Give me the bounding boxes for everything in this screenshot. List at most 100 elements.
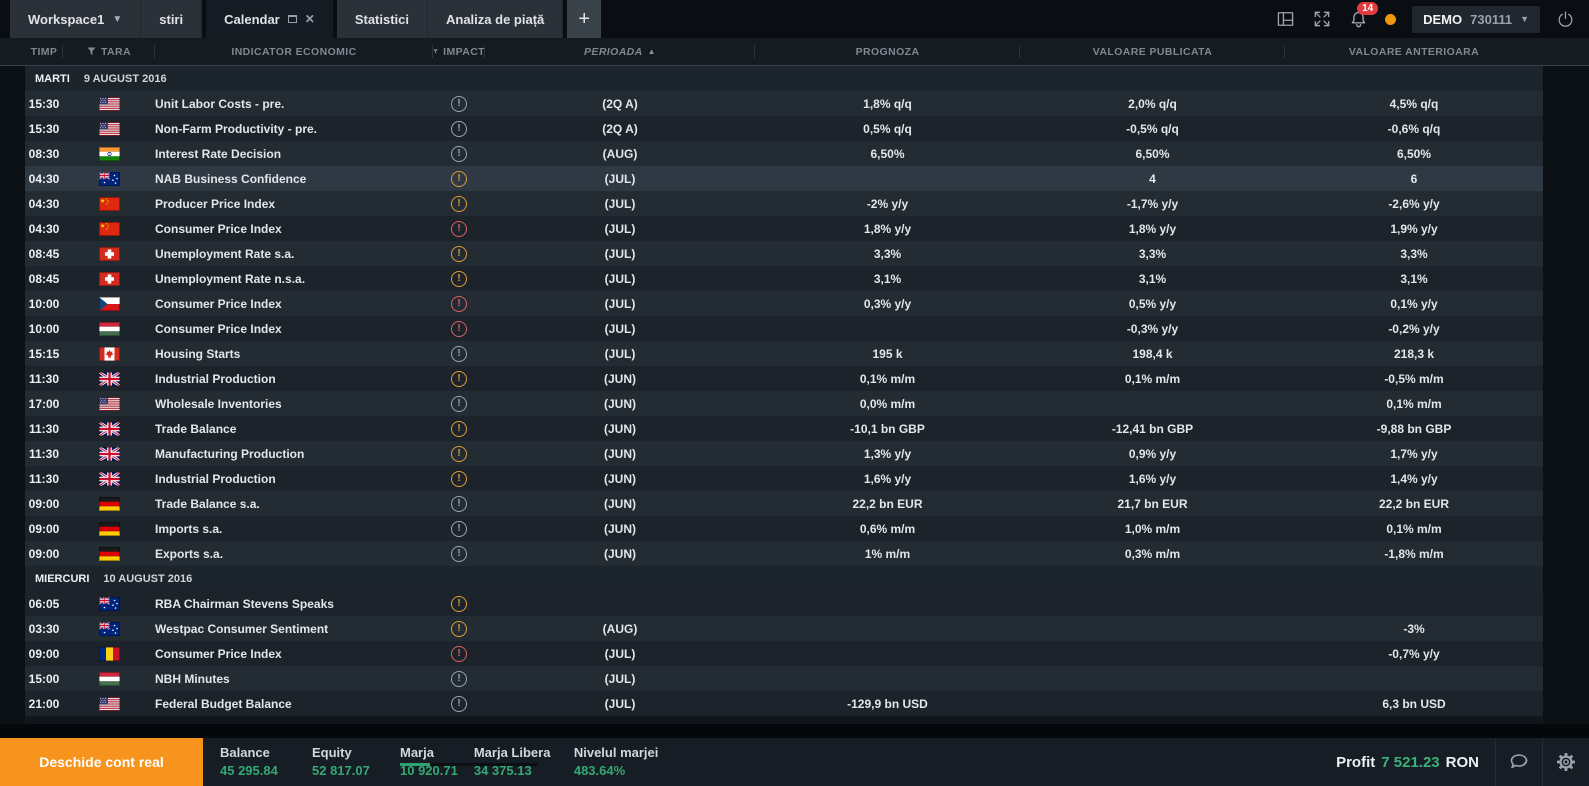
- calendar-event-row[interactable]: 06:05 RBA Chairman Stevens Speaks!: [25, 591, 1543, 616]
- add-tab-button[interactable]: +: [567, 0, 602, 38]
- fullscreen-button[interactable]: [1312, 9, 1332, 29]
- stat-value: 45 295.84: [220, 763, 278, 778]
- column-label: INDICATOR ECONOMIC: [231, 45, 357, 58]
- filter-icon[interactable]: [433, 47, 438, 56]
- event-forecast: 0,3% y/y: [863, 296, 912, 311]
- tab-calendar[interactable]: Calendar ✕: [206, 0, 333, 38]
- column-header-perioada[interactable]: PERIOADA ▲: [485, 38, 755, 65]
- flag-ch-icon: [98, 246, 120, 261]
- calendar-event-row[interactable]: 08:45 Unemployment Rate n.s.a.! (JUL) 3,1% 3…: [25, 266, 1543, 291]
- calendar-event-row[interactable]: 04:30 NAB Business Confidence! (JUL) 4 6: [25, 166, 1543, 191]
- notifications-button[interactable]: 14: [1348, 1, 1379, 30]
- flag-gb-icon: [98, 446, 120, 461]
- event-actual: 1,6% y/y: [1128, 471, 1177, 486]
- stat-label: Equity: [312, 745, 352, 760]
- event-actual: 3,3%: [1138, 246, 1167, 261]
- settings-button[interactable]: [1543, 751, 1589, 773]
- event-period: (JUL): [604, 221, 636, 236]
- event-period: (JUL): [604, 296, 636, 311]
- event-indicator: NBH Minutes: [155, 671, 230, 686]
- open-real-account-button[interactable]: Deschide cont real: [0, 738, 203, 786]
- event-impact: !: [433, 195, 485, 212]
- event-country: [63, 321, 155, 336]
- column-header-valoare-publicata[interactable]: VALOARE PUBLICATA: [1020, 38, 1285, 65]
- calendar-event-row[interactable]: 15:30 Non-Farm Productivity - pre.! (2Q A)…: [25, 116, 1543, 141]
- tab-analiza-de-piata[interactable]: Analiza de piață: [428, 0, 564, 38]
- divider: [0, 724, 1589, 738]
- impact-medium-icon: !: [451, 171, 467, 187]
- event-impact: !: [433, 170, 485, 187]
- calendar-event-row[interactable]: 09:00 Trade Balance s.a.! (JUN) 22,2 bn EUR…: [25, 491, 1543, 516]
- column-header-valoare-anterioara[interactable]: VALOARE ANTERIOARA: [1285, 38, 1543, 65]
- event-actual: 21,7 bn EUR: [1117, 496, 1188, 511]
- calendar-event-row[interactable]: 11:30 Industrial Production! (JUN) 0,1% m/m…: [25, 366, 1543, 391]
- event-country: [63, 596, 155, 611]
- column-header-tara[interactable]: TARA: [63, 38, 155, 65]
- event-country: [63, 696, 155, 711]
- filter-icon[interactable]: [87, 47, 96, 56]
- event-indicator: Imports s.a.: [155, 521, 223, 536]
- calendar-event-row[interactable]: 09:00 Exports s.a.! (JUN) 1% m/m 0,3% m/m -1,…: [25, 541, 1543, 566]
- plus-icon: +: [578, 7, 591, 30]
- account-stats: Balance 45 295.84 Equity 52 817.07 Marja 10 9…: [203, 738, 674, 786]
- workspace-selector[interactable]: Workspace1 ▼: [10, 0, 142, 38]
- column-header-indicator-economic[interactable]: INDICATOR ECONOMIC: [155, 38, 433, 65]
- stat-label: Marja Libera: [473, 745, 551, 760]
- event-impact: !: [433, 120, 485, 137]
- calendar-table: MARTI 9 AUGUST 2016 15:30 Unit Labor Costs …: [0, 66, 1589, 724]
- event-time: 09:00: [28, 646, 60, 661]
- layout-button[interactable]: [1275, 9, 1296, 29]
- calendar-event-row[interactable]: 21:00 Federal Budget Balance! (JUL) -129,9 …: [25, 691, 1543, 716]
- impact-medium-icon: !: [451, 446, 467, 462]
- calendar-event-row[interactable]: 15:00 NBH Minutes! (JUL): [25, 666, 1543, 691]
- event-impact: !: [433, 670, 485, 687]
- flag-us-icon: [98, 696, 120, 711]
- logout-button[interactable]: [1556, 10, 1575, 29]
- calendar-event-row[interactable]: 17:00 Wholesale Inventories! (JUN) 0,0% m/m…: [25, 391, 1543, 416]
- event-time: 15:30: [28, 121, 60, 136]
- calendar-event-row[interactable]: 10:00 Consumer Price Index! (JUL) -0,3% y/y…: [25, 316, 1543, 341]
- event-time: 15:15: [28, 346, 60, 361]
- calendar-event-row[interactable]: 15:15 Housing Starts! (JUL) 195 k 198,4 k 218…: [25, 341, 1543, 366]
- event-country: [63, 496, 155, 511]
- calendar-event-row[interactable]: 10:00 Consumer Price Index! (JUL) 0,3% y/y 0…: [25, 291, 1543, 316]
- tab-stiri[interactable]: stiri: [141, 0, 203, 38]
- event-previous: -0,6% q/q: [1387, 121, 1441, 136]
- event-period: (JUN): [604, 546, 636, 561]
- calendar-event-row[interactable]: 08:30 Interest Rate Decision! (AUG) 6,50% 6,…: [25, 141, 1543, 166]
- impact-low-icon: !: [451, 121, 467, 137]
- event-actual: 2,0% q/q: [1128, 96, 1177, 111]
- chevron-down-icon: ▼: [1520, 14, 1529, 24]
- event-period: (2Q A): [602, 96, 638, 111]
- column-header-impact[interactable]: IMPACT: [433, 38, 485, 65]
- event-country: [63, 146, 155, 161]
- calendar-event-row[interactable]: 11:30 Trade Balance! (JUN) -10,1 bn GBP -12,…: [25, 416, 1543, 441]
- calendar-event-row[interactable]: 11:30 Manufacturing Production! (JUN) 1,3% …: [25, 441, 1543, 466]
- event-time: 04:30: [28, 171, 60, 186]
- event-forecast: 0,5% q/q: [863, 121, 912, 136]
- column-header-timp[interactable]: TIMP: [25, 38, 63, 65]
- event-forecast: 1% m/m: [864, 546, 911, 561]
- maximize-tab-icon[interactable]: [287, 15, 297, 23]
- event-actual: 4: [1149, 171, 1156, 186]
- event-impact: !: [433, 370, 485, 387]
- impact-high-icon: !: [451, 296, 467, 312]
- chat-button[interactable]: [1496, 750, 1542, 774]
- event-forecast: 0,0% m/m: [859, 396, 916, 411]
- flag-hu-icon: [98, 321, 120, 336]
- calendar-event-row[interactable]: 03:30 Westpac Consumer Sentiment! (AUG) -3%: [25, 616, 1543, 641]
- calendar-event-row[interactable]: 09:00 Consumer Price Index! (JUL) -0,7% y/y: [25, 641, 1543, 666]
- tab-statistici[interactable]: Statistici: [336, 0, 428, 38]
- calendar-event-row[interactable]: 09:00 Imports s.a.! (JUN) 0,6% m/m 1,0% m/m 0…: [25, 516, 1543, 541]
- calendar-event-row[interactable]: 15:30 Unit Labor Costs - pre.! (2Q A) 1,8% …: [25, 91, 1543, 116]
- calendar-event-row[interactable]: 08:45 Unemployment Rate s.a.! (JUL) 3,3% 3,3…: [25, 241, 1543, 266]
- tab-analiza-label: Analiza de piață: [446, 11, 545, 27]
- tab-statistici-label: Statistici: [354, 11, 409, 27]
- event-previous: -1,8% m/m: [1384, 546, 1444, 561]
- close-tab-icon[interactable]: ✕: [305, 13, 315, 25]
- calendar-event-row[interactable]: 04:30 Consumer Price Index! (JUL) 1,8% y/y 1…: [25, 216, 1543, 241]
- calendar-event-row[interactable]: 04:30 Producer Price Index! (JUL) -2% y/y -1…: [25, 191, 1543, 216]
- column-header-prognoza[interactable]: PROGNOZA: [755, 38, 1020, 65]
- calendar-event-row[interactable]: 11:30 Industrial Production! (JUN) 1,6% y/y…: [25, 466, 1543, 491]
- account-selector[interactable]: DEMO 730111 ▼: [1412, 5, 1540, 33]
